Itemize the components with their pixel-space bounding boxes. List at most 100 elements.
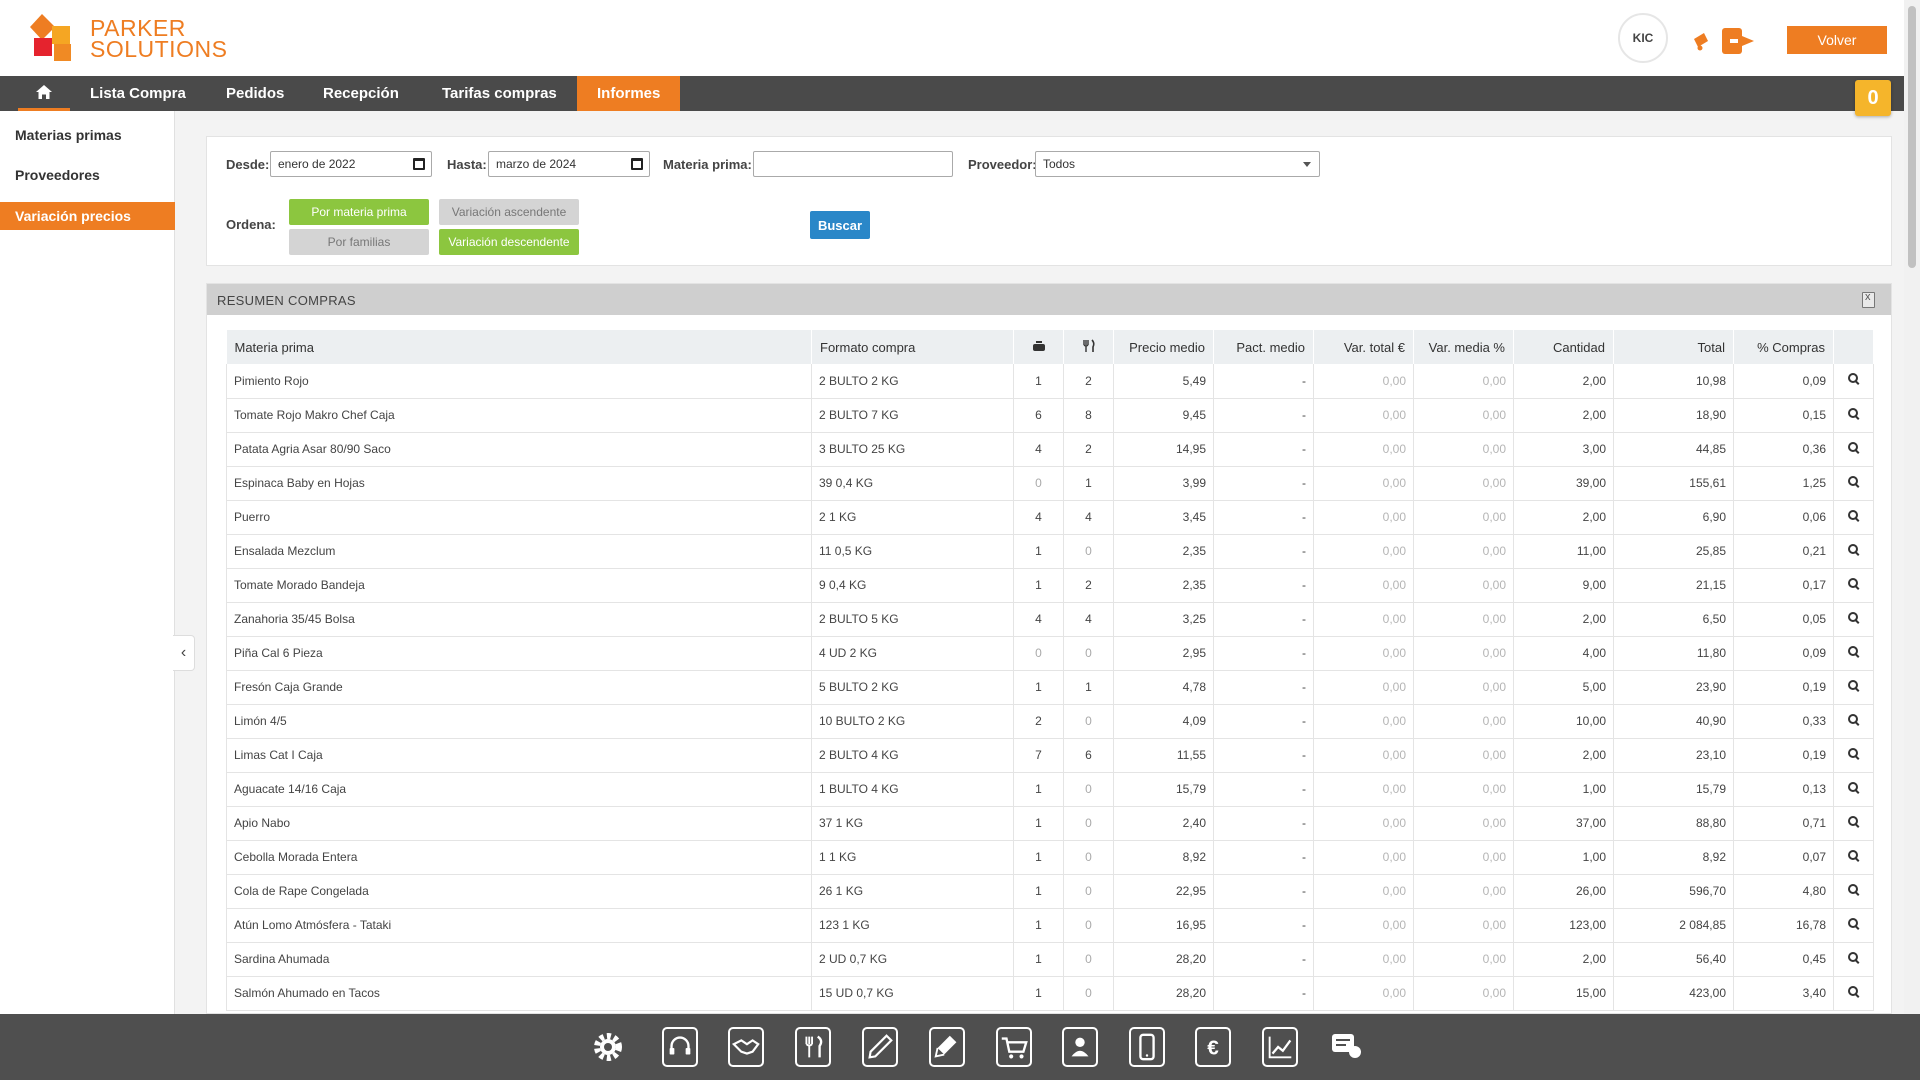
sidebar-item-proveedores[interactable]: Proveedores	[0, 161, 175, 189]
dock-handshake[interactable]	[728, 1027, 764, 1067]
table-row[interactable]: Ensalada Mezclum 11 0,5 KG 1 0 2,35-0,00 0,00…	[226, 534, 1874, 569]
nav-lista-compra[interactable]: Lista Compra	[70, 76, 206, 111]
col-formato-compra[interactable]: Formato compra	[811, 330, 1014, 364]
nav-home[interactable]	[18, 76, 70, 111]
col-total[interactable]: Total	[1613, 330, 1734, 364]
magnifier-icon[interactable]	[1847, 679, 1860, 692]
magnifier-icon[interactable]	[1847, 951, 1860, 964]
magnifier-icon[interactable]	[1847, 475, 1860, 488]
dock-contacts[interactable]	[1062, 1027, 1098, 1067]
desde-date-input[interactable]: enero de 2022	[270, 151, 432, 177]
magnifier-icon[interactable]	[1847, 611, 1860, 624]
row-detail-action[interactable]	[1833, 908, 1874, 943]
brand-logo[interactable]: PARKER SOLUTIONS	[30, 14, 230, 64]
volver-button[interactable]: Volver	[1787, 26, 1887, 54]
calendar-icon[interactable]	[631, 158, 643, 170]
col-var-media[interactable]: Var. media %	[1413, 330, 1514, 364]
col-pact-medio[interactable]: Pact. medio	[1213, 330, 1314, 364]
sidebar-item-variacion-precios[interactable]: Variación precios	[0, 202, 175, 230]
magnifier-icon[interactable]	[1847, 883, 1860, 896]
dock-gear[interactable]	[584, 1027, 632, 1067]
table-row[interactable]: Atún Lomo Atmósfera - Tataki 123 1 KG 1 0 16…	[226, 908, 1874, 943]
magnifier-icon[interactable]	[1847, 781, 1860, 794]
dock-support[interactable]	[662, 1027, 698, 1067]
row-detail-action[interactable]	[1833, 602, 1874, 637]
table-row[interactable]: Sardina Ahumada 2 UD 0,7 KG 1 0 28,20-0,00 0,…	[226, 942, 1874, 977]
magnifier-icon[interactable]	[1847, 407, 1860, 420]
table-row[interactable]: Salmón Ahumado en Tacos 15 UD 0,7 KG 1 0 28,…	[226, 976, 1874, 1011]
table-row[interactable]: Patata Agria Asar 80/90 Saco 3 BULTO 25 K…	[226, 432, 1874, 467]
row-detail-action[interactable]	[1833, 806, 1874, 841]
row-detail-action[interactable]	[1833, 432, 1874, 467]
magnifier-icon[interactable]	[1847, 815, 1860, 828]
hasta-date-input[interactable]: marzo de 2024	[488, 151, 650, 177]
magnifier-icon[interactable]	[1847, 441, 1860, 454]
row-detail-action[interactable]	[1833, 636, 1874, 671]
magnifier-icon[interactable]	[1847, 577, 1860, 590]
order-por-familias-button[interactable]: Por familias	[289, 229, 429, 255]
order-por-materia-prima-button[interactable]: Por materia prima	[289, 199, 429, 225]
dock-tablet[interactable]	[1129, 1027, 1165, 1067]
col-var-total[interactable]: Var. total €	[1313, 330, 1414, 364]
dock-cart[interactable]	[996, 1027, 1032, 1067]
sidebar-item-materias-primas[interactable]: Materias primas	[0, 121, 175, 149]
row-detail-action[interactable]	[1833, 670, 1874, 705]
col-pct-compras[interactable]: % Compras	[1733, 330, 1834, 364]
table-row[interactable]: Aguacate 14/16 Caja 1 BULTO 4 KG 1 0 15,79-0…	[226, 772, 1874, 807]
materia-prima-input[interactable]	[753, 151, 953, 177]
table-row[interactable]: Cola de Rape Congelada 26 1 KG 1 0 22,95-0,0…	[226, 874, 1874, 909]
row-detail-action[interactable]	[1833, 772, 1874, 807]
magnifier-icon[interactable]	[1847, 713, 1860, 726]
bell-icon[interactable]	[1690, 30, 1712, 52]
row-detail-action[interactable]	[1833, 874, 1874, 909]
dock-finance[interactable]: €	[1195, 1027, 1231, 1067]
export-excel-icon[interactable]	[1862, 291, 1875, 308]
col-materia-prima[interactable]: Materia prima	[226, 330, 812, 364]
magnifier-icon[interactable]	[1847, 917, 1860, 930]
table-row[interactable]: Pimiento Rojo 2 BULTO 2 KG 1 2 5,49-0,00 0,00…	[226, 364, 1874, 399]
table-row[interactable]: Zanahoria 35/45 Bolsa 2 BULTO 5 KG 4 4 3,25-…	[226, 602, 1874, 637]
table-row[interactable]: Fresón Caja Grande 5 BULTO 2 KG 1 1 4,78-0,0…	[226, 670, 1874, 705]
nav-pedidos[interactable]: Pedidos	[206, 76, 304, 111]
dock-pencil[interactable]	[929, 1027, 965, 1067]
row-detail-action[interactable]	[1833, 466, 1874, 501]
table-row[interactable]: Apio Nabo 37 1 KG 1 0 2,40-0,00 0,00 37,00 88,8…	[226, 806, 1874, 841]
magnifier-icon[interactable]	[1847, 373, 1860, 385]
dock-pen[interactable]	[862, 1027, 898, 1067]
row-detail-action[interactable]	[1833, 500, 1874, 535]
magnifier-icon[interactable]	[1847, 747, 1860, 760]
table-row[interactable]: Cebolla Morada Entera 1 1 KG 1 0 8,92-0,00 0,…	[226, 840, 1874, 875]
magnifier-icon[interactable]	[1847, 985, 1860, 998]
magnifier-icon[interactable]	[1847, 509, 1860, 522]
dock-messages[interactable]	[1328, 1027, 1364, 1067]
order-variacion-descendente-button[interactable]: Variación descendente	[439, 229, 579, 255]
table-row[interactable]: Puerro 2 1 KG 4 4 3,45-0,00 0,00 2,00 6,90 0,06	[226, 500, 1874, 535]
row-detail-action[interactable]	[1833, 704, 1874, 739]
nav-tarifas-compras[interactable]: Tarifas compras	[422, 76, 577, 111]
row-detail-action[interactable]	[1833, 738, 1874, 773]
nav-recepcion[interactable]: Recepción	[303, 76, 419, 111]
row-detail-action[interactable]	[1833, 976, 1874, 1011]
row-detail-action[interactable]	[1833, 534, 1874, 569]
table-row[interactable]: Tomate Rojo Makro Chef Caja 2 BULTO 7 KG 6…	[226, 398, 1874, 433]
magnifier-icon[interactable]	[1847, 849, 1860, 862]
sidebar-collapse-button[interactable]: ‹	[173, 635, 195, 671]
logout-icon[interactable]	[1720, 26, 1756, 56]
dock-reports[interactable]	[1262, 1027, 1298, 1067]
scrollbar-thumb[interactable]	[1908, 6, 1916, 268]
col-pot[interactable]	[1013, 330, 1064, 364]
magnifier-icon[interactable]	[1847, 543, 1860, 556]
row-detail-action[interactable]	[1833, 398, 1874, 433]
table-row[interactable]: Piña Cal 6 Pieza 4 UD 2 KG 0 0 2,95-0,00 0,00…	[226, 636, 1874, 671]
row-detail-action[interactable]	[1833, 840, 1874, 875]
row-detail-action[interactable]	[1833, 942, 1874, 977]
magnifier-icon[interactable]	[1847, 645, 1860, 658]
table-row[interactable]: Limón 4/5 10 BULTO 2 KG 2 0 4,09-0,00 0,00 10,…	[226, 704, 1874, 739]
cart-count-badge[interactable]: 0	[1855, 80, 1891, 116]
table-row[interactable]: Espinaca Baby en Hojas 39 0,4 KG 0 1 3,99-0,…	[226, 466, 1874, 501]
table-row[interactable]: Tomate Morado Bandeja 9 0,4 KG 1 2 2,35-0,00…	[226, 568, 1874, 603]
order-variacion-ascendente-button[interactable]: Variación ascendente	[439, 199, 579, 225]
buscar-button[interactable]: Buscar	[810, 211, 870, 239]
col-cantidad[interactable]: Cantidad	[1513, 330, 1614, 364]
calendar-icon[interactable]	[413, 158, 425, 170]
